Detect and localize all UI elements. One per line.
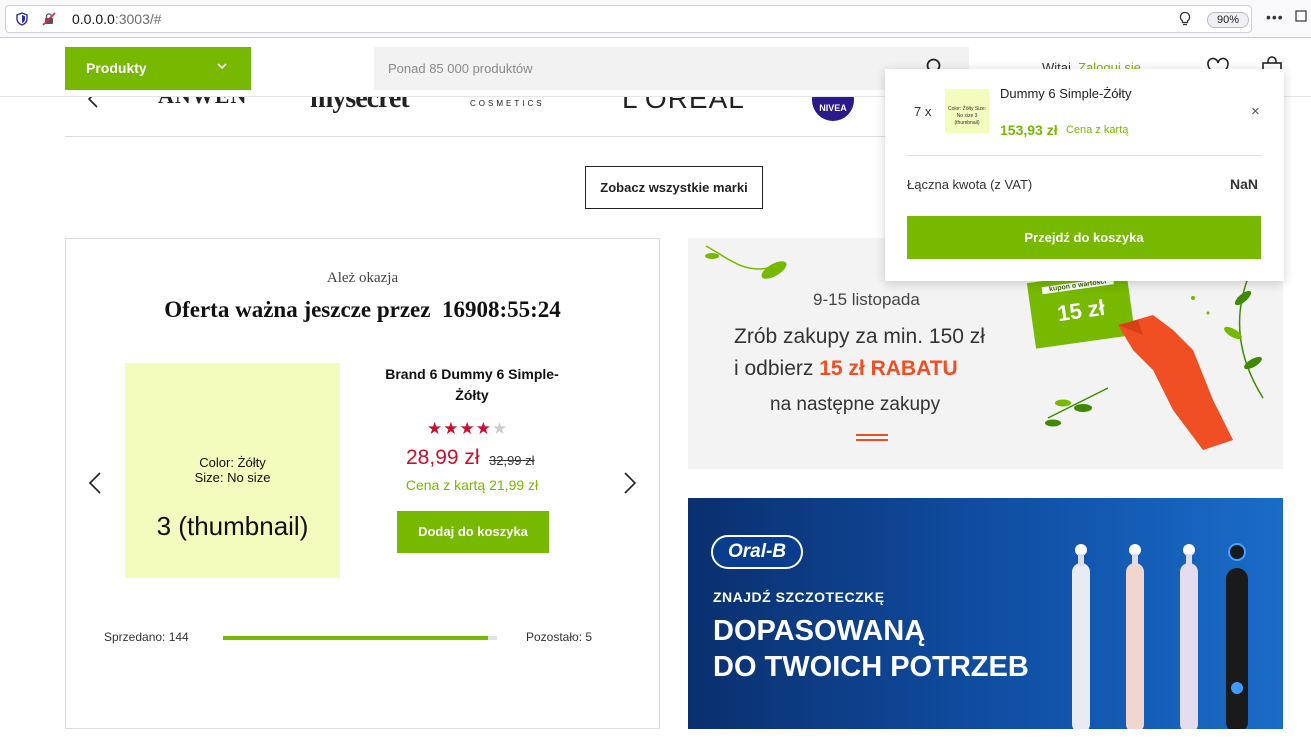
rating-stars: ★★★★★ (427, 419, 508, 439)
url-text[interactable]: 0.0.0.0:3003/# (72, 11, 162, 27)
shield-icon[interactable] (15, 12, 29, 26)
url-host: 0.0.0.0 (72, 11, 115, 27)
product-old-price: 32,99 zł (489, 453, 535, 468)
oralb-line3: DO TWOICH POTRZEB (713, 651, 1029, 683)
star-icon: ★ (427, 419, 444, 438)
all-brands-button[interactable]: Zobacz wszystkie marki (585, 166, 763, 209)
chevron-right-icon[interactable] (623, 471, 637, 495)
products-menu-label: Produkty (86, 60, 147, 76)
insecure-lock-icon[interactable] (42, 12, 56, 26)
promo-dates: 9-15 listopada (813, 290, 920, 309)
thumbnail-size: Size: No size (194, 470, 271, 485)
stock-progress-bar (223, 636, 497, 640)
thumbnail-label: 3 (thumbnail) (156, 511, 309, 541)
product-price: 28,99 zł (406, 446, 480, 469)
product-name[interactable]: Brand 6 Dummy 6 Simple-Żółty (371, 364, 573, 406)
promo-reward-prefix: i odbierz (734, 357, 814, 380)
promo-line-spend: Zrób zakupy za min. 150 zł (734, 325, 985, 348)
cart-total-value: NaN (1230, 176, 1259, 192)
promo-divider (856, 434, 888, 436)
extensions-icon[interactable] (1294, 9, 1308, 23)
thumbnail-color: Color: Żółty (199, 455, 266, 470)
product-thumbnail[interactable]: Color: Żółty Size: No size 3 (thumbnail) (125, 363, 340, 578)
stock-progress-fill (223, 636, 488, 640)
cart-item-card-label: Cena z kartą (1066, 124, 1129, 136)
zoom-level[interactable]: 90% (1207, 12, 1249, 28)
lightbulb-icon[interactable] (1177, 11, 1193, 27)
brand-logo-mysecret[interactable]: mysecret (310, 97, 410, 115)
star-icon: ★ (492, 419, 509, 438)
deal-of-the-day: Ależ okazja Oferta ważna jeszcze przez 1… (65, 238, 660, 729)
hand-illustration (1118, 315, 1233, 450)
cart-item-price: 153,93 zł (1000, 122, 1058, 138)
more-icon[interactable]: ••• (1266, 9, 1284, 25)
brand-logo-cosmetics[interactable]: COSMETICS (470, 97, 545, 108)
search-placeholder: Ponad 85 000 produktów (388, 61, 533, 76)
promo-banner-oralb[interactable]: Oral-B ZNAJDŹ SZCZOTECZKĘ DOPASOWANĄ DO … (688, 498, 1283, 729)
chevron-left-icon[interactable] (85, 97, 101, 111)
close-icon[interactable]: × (1251, 103, 1260, 120)
brand-logo-nivea[interactable]: NIVEA (812, 97, 854, 121)
promo-reward-highlight: 15 zł RABATU (819, 357, 958, 380)
promo-line-next: na następne zakupy (770, 394, 941, 415)
oralb-logo: Oral-B (711, 535, 803, 569)
deal-countdown: 16908:55:24 (441, 297, 561, 322)
chevron-down-icon (217, 63, 227, 70)
sold-count: Sprzedano: 144 (104, 630, 189, 644)
add-to-cart-button[interactable]: Dodaj do koszyka (397, 511, 549, 553)
cart-item-name[interactable]: Dummy 6 Simple-Żółty (1000, 86, 1131, 101)
products-menu-button[interactable]: Produkty (65, 47, 251, 90)
brand-logo-anwen[interactable]: ANWEN (158, 97, 247, 109)
mini-cart-dropdown: 7 x Color: Żółty Size: No size 3 (thumbn… (885, 69, 1284, 281)
search-input[interactable]: Ponad 85 000 produktów (374, 47, 969, 90)
coupon-value: 15 zł (1055, 294, 1107, 327)
thumbnail-meta: Color: Żółty Size: No size (125, 455, 340, 485)
promo-line-reward: i odbierz 15 zł RABATU (734, 357, 958, 381)
deal-eyebrow: Ależ okazja (326, 270, 399, 286)
star-icon: ★ (459, 419, 476, 438)
go-to-cart-button[interactable]: Przejdź do koszyka (907, 216, 1261, 259)
brand-logo-loreal[interactable]: L'OREAL (622, 97, 745, 115)
cart-item-thumbnail[interactable]: Color: Żółty Size: No size 3 (thumbnail) (945, 89, 989, 133)
star-icon: ★ (475, 419, 492, 438)
cart-total-label: Łączna kwota (z VAT) (907, 177, 1033, 192)
browser-toolbar: 0.0.0.0:3003/# 90% ••• (0, 0, 1311, 38)
remaining-count: Pozostało: 5 (526, 630, 593, 644)
deal-headline: Oferta ważna jeszcze przez 16908:55:24 (66, 297, 659, 323)
toothbrushes-illustration (1072, 543, 1248, 729)
deal-headline-text: Oferta ważna jeszcze przez (164, 297, 431, 322)
oralb-line1: ZNAJDŹ SZCZOTECZKĘ (713, 589, 885, 605)
url-path: :3003/# (114, 11, 162, 27)
address-bar[interactable]: 0.0.0.0:3003/# 90% (5, 5, 1252, 33)
cart-item-qty: 7 x (914, 104, 932, 119)
star-icon: ★ (443, 419, 460, 438)
cart-divider (907, 155, 1262, 156)
product-card-price: Cena z kartą 21,99 zł (405, 477, 539, 493)
oralb-line2: DOPASOWANĄ (713, 615, 926, 647)
chevron-left-icon[interactable] (88, 471, 102, 495)
